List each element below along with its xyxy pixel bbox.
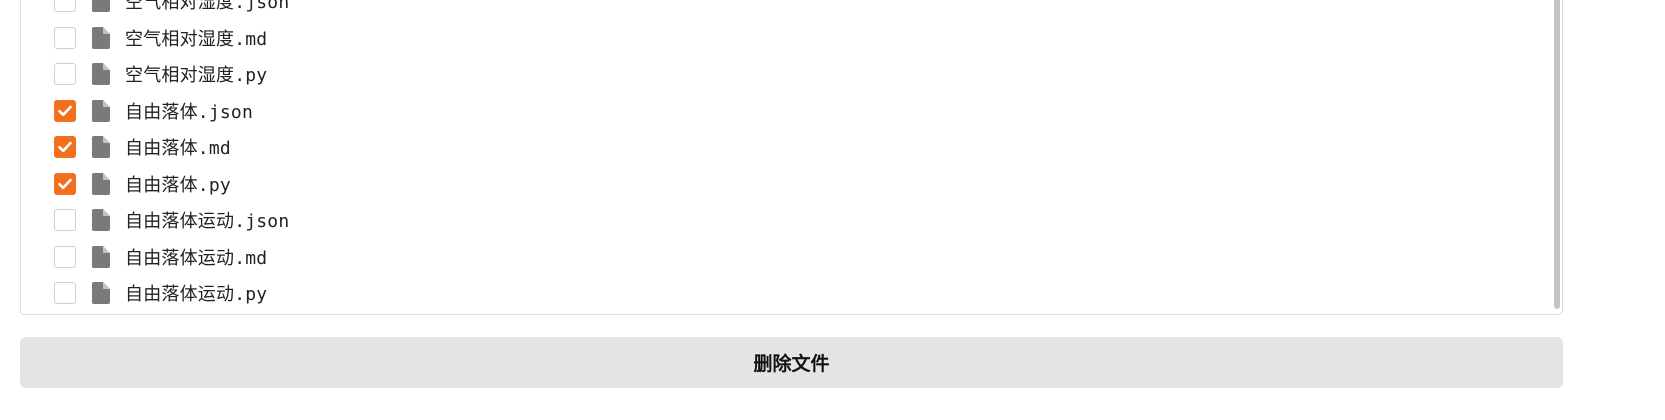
file-icon (92, 0, 110, 12)
file-name: 自由落体.md (125, 138, 231, 159)
checkmark-icon (58, 178, 72, 189)
file-icon (92, 63, 110, 85)
scrollbar-thumb[interactable] (1554, 0, 1560, 309)
file-name: 自由落体.py (125, 174, 231, 196)
file-icon (92, 26, 110, 49)
file-name: 自由落体运动.json (125, 211, 290, 232)
file-name: 空气相对湿度.py (125, 65, 268, 86)
file-name: 空气相对湿度.md (125, 28, 268, 50)
file-checkbox[interactable] (54, 99, 76, 122)
checkmark-icon (58, 141, 72, 153)
file-checkbox[interactable] (54, 26, 76, 49)
checkmark-icon (58, 105, 72, 116)
file-icon (92, 136, 110, 158)
file-name: 自由落体运动.py (125, 284, 268, 305)
file-list-panel: 空气相对湿度.json 空气相对湿度.md 空气相对湿度.py 自由落体.json 自由… (20, 0, 1563, 315)
file-checkbox[interactable] (54, 136, 76, 158)
file-checkbox[interactable] (54, 282, 76, 304)
file-name: 自由落体.json (125, 101, 253, 123)
file-icon (92, 209, 110, 231)
file-icon (92, 245, 110, 268)
file-icon (92, 282, 110, 304)
file-name: 空气相对湿度.json (125, 0, 290, 13)
file-checkbox[interactable] (54, 172, 76, 195)
file-checkbox[interactable] (54, 0, 76, 12)
file-checkbox[interactable] (54, 63, 76, 85)
delete-files-button[interactable]: 删除文件 (20, 337, 1563, 388)
file-checkbox[interactable] (54, 209, 76, 231)
file-name: 自由落体运动.md (125, 247, 268, 269)
file-icon (92, 172, 110, 195)
file-checkbox[interactable] (54, 245, 76, 268)
file-icon (92, 99, 110, 122)
scrollbar[interactable] (1552, 0, 1560, 314)
